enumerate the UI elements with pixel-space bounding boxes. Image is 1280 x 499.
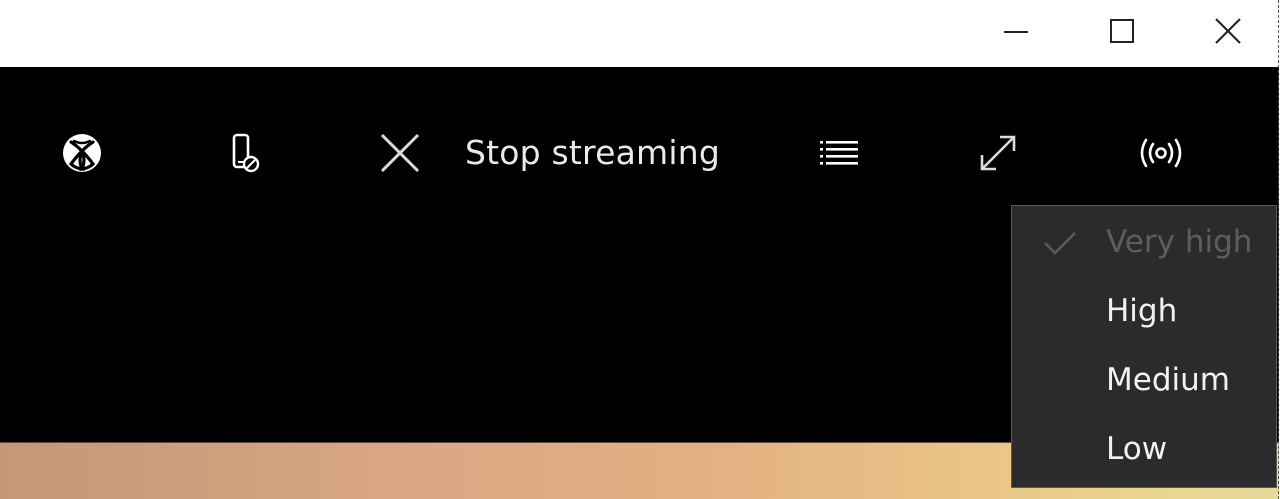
minimize-button[interactable] <box>966 0 1066 62</box>
menu-item-label: Medium <box>1106 362 1230 398</box>
menu-item-low[interactable]: Low <box>1012 415 1276 484</box>
maximize-icon <box>1110 19 1134 43</box>
list-icon <box>820 141 858 165</box>
close-button[interactable] <box>1178 0 1278 62</box>
list-button[interactable] <box>810 123 870 183</box>
x-icon <box>380 133 420 173</box>
menu-item-label: High <box>1106 293 1178 329</box>
minimize-icon <box>1004 31 1028 33</box>
title-bar <box>0 0 1280 67</box>
mute-device-button[interactable] <box>213 123 273 183</box>
menu-item-medium[interactable]: Medium <box>1012 346 1276 415</box>
menu-item-label: Low <box>1106 431 1168 467</box>
stop-streaming-button[interactable] <box>370 123 430 183</box>
quality-menu: Very high High Medium Low <box>1011 205 1277 488</box>
menu-item-high[interactable]: High <box>1012 277 1276 346</box>
close-icon <box>1215 18 1241 44</box>
menu-item-label: Very high <box>1106 224 1253 260</box>
device-mute-icon <box>232 133 260 173</box>
xbox-button[interactable] <box>52 123 112 183</box>
xbox-app-window: Stop streaming Very high High Medium Low <box>0 0 1280 499</box>
window-edge <box>1278 0 1279 499</box>
fullscreen-button[interactable] <box>968 123 1028 183</box>
checkmark-icon <box>1044 232 1076 255</box>
stop-streaming-label[interactable]: Stop streaming <box>465 128 720 178</box>
maximize-button[interactable] <box>1072 0 1172 62</box>
menu-item-very-high[interactable]: Very high <box>1012 208 1276 277</box>
xbox-logo-icon <box>63 134 101 172</box>
expand-diagonal-icon <box>980 135 1016 171</box>
streaming-quality-button[interactable] <box>1130 123 1192 183</box>
broadcast-icon <box>1140 138 1182 168</box>
